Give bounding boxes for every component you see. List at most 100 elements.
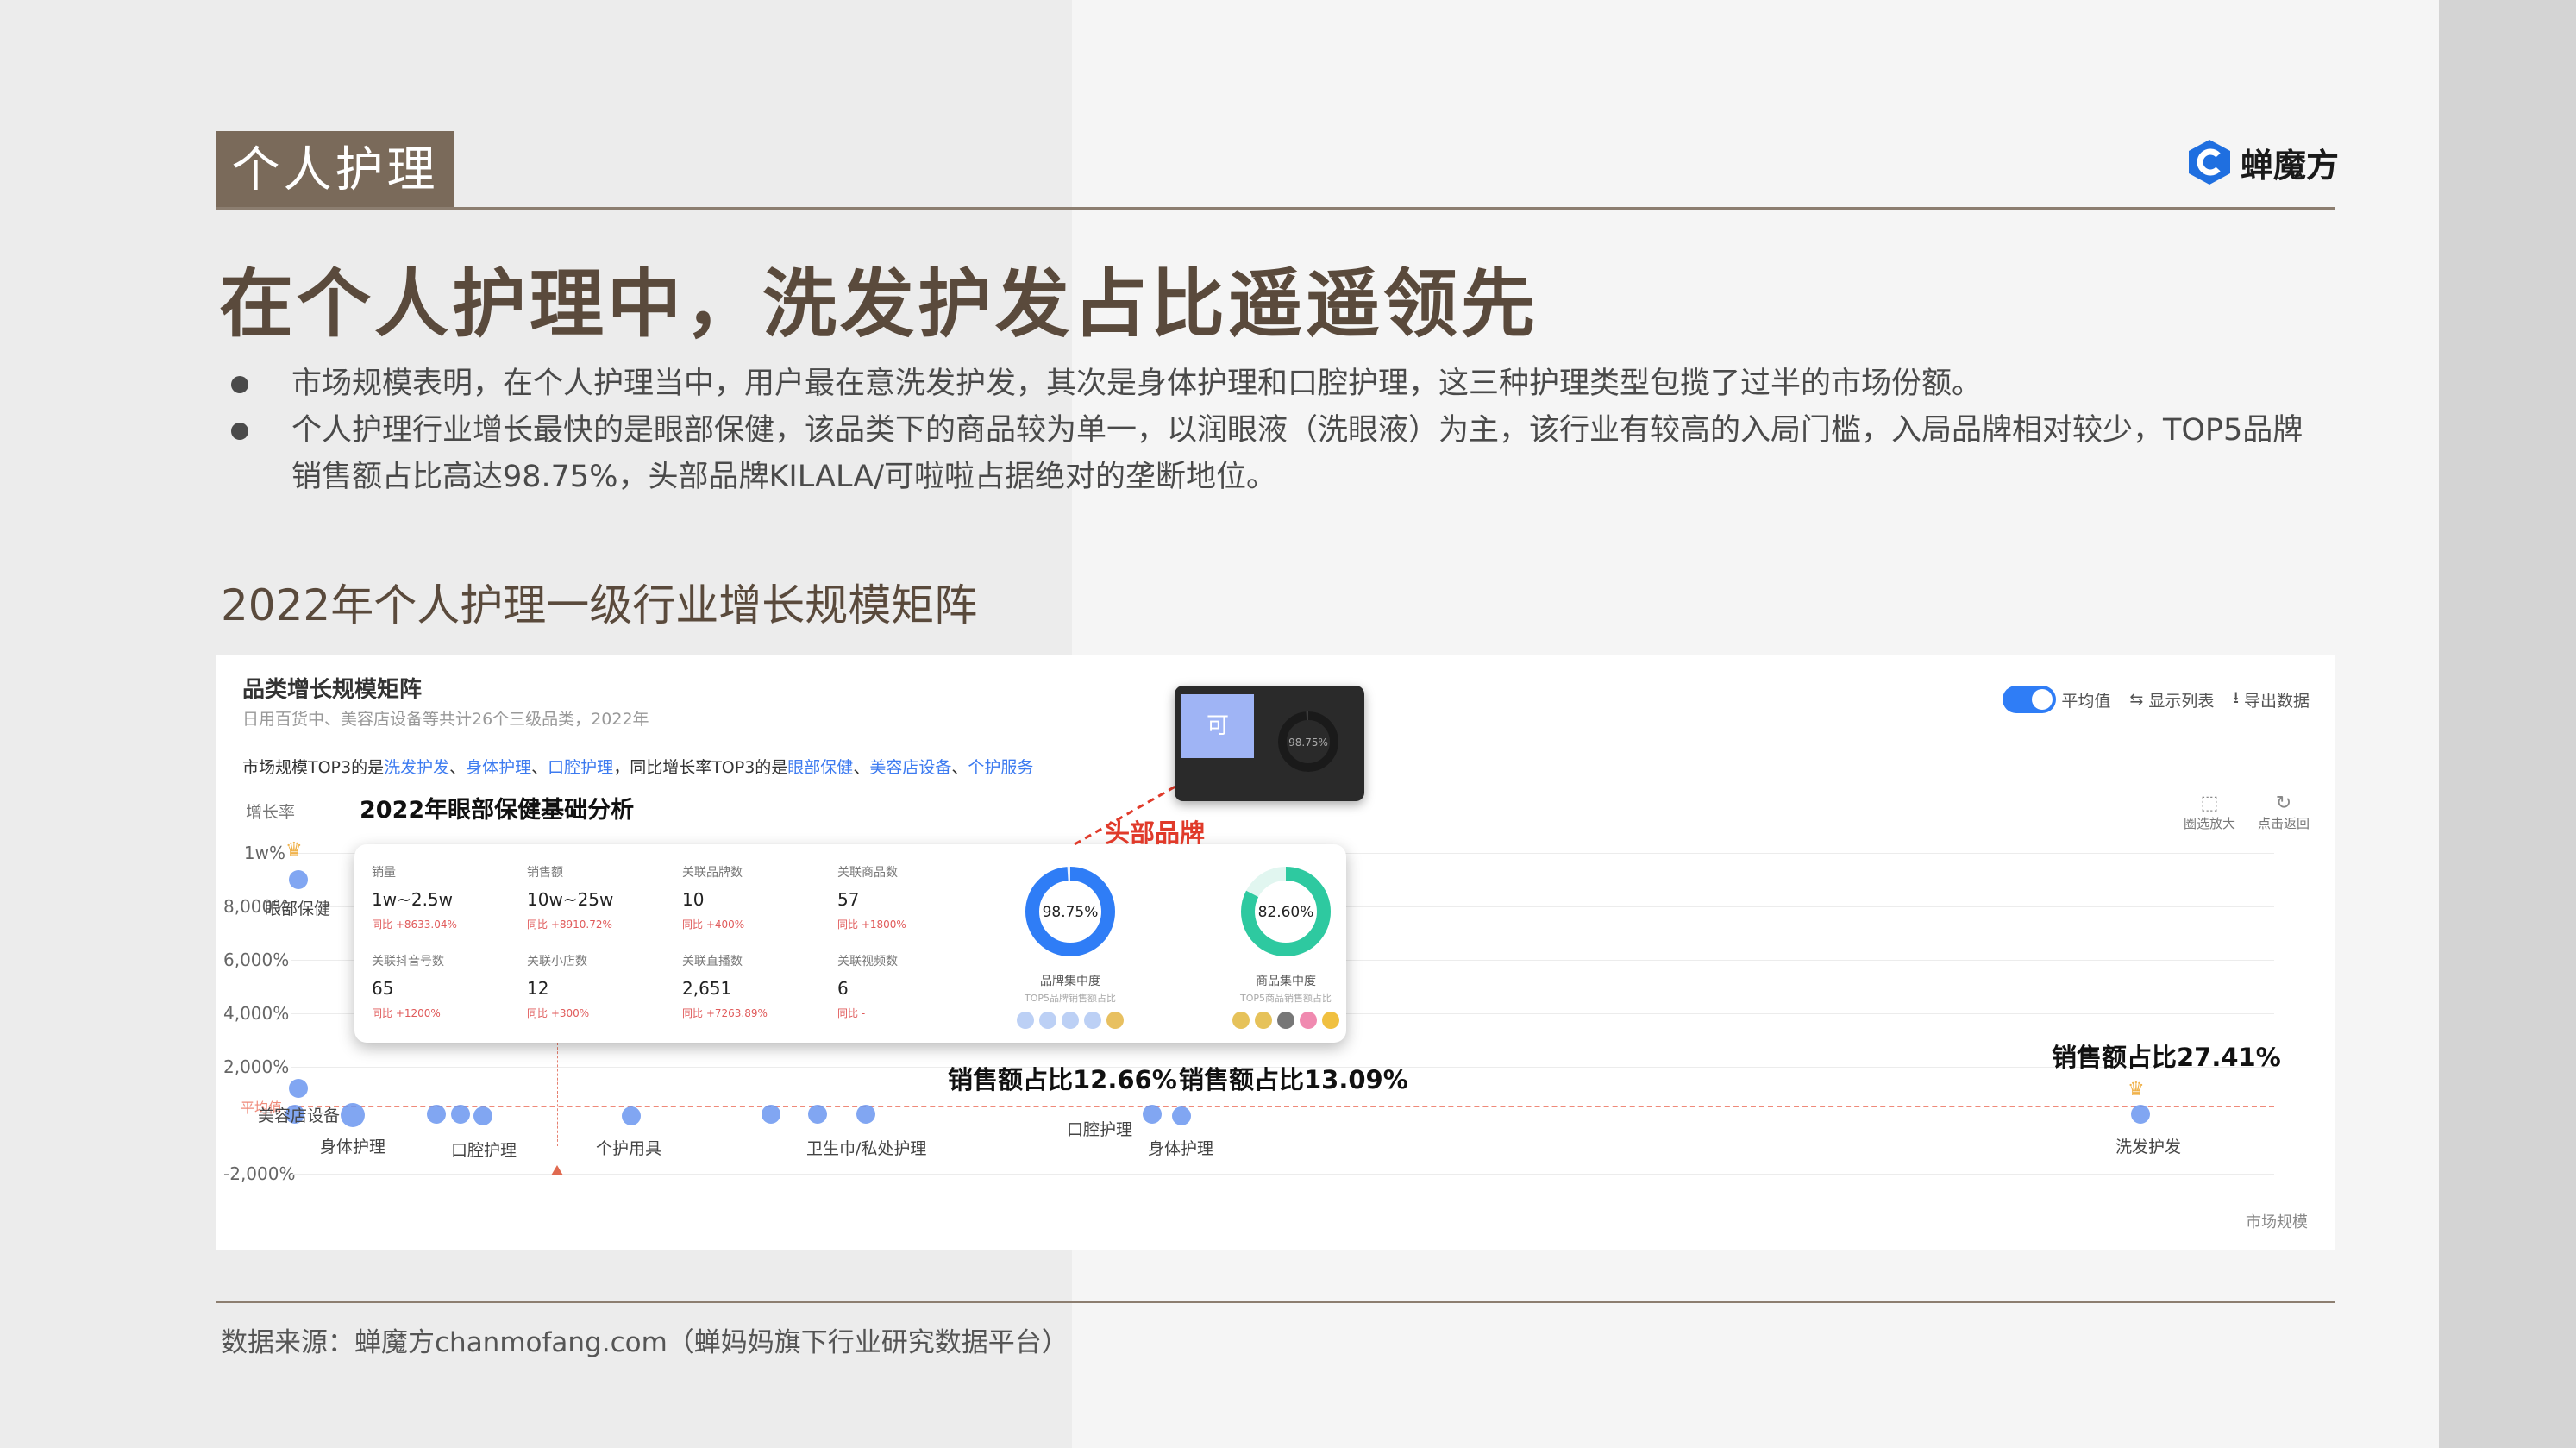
show-list-label: 显示列表	[2148, 691, 2215, 711]
metric-item: 关联小店数 12 同比 +300%	[527, 952, 682, 1020]
brand-logo-icon	[1084, 1012, 1101, 1029]
popup-donut-icon: 98.75%	[1278, 711, 1338, 772]
scatter-point[interactable]	[427, 1105, 446, 1124]
y-tick: 6,000%	[223, 950, 290, 970]
metric-change: 同比 +400%	[682, 918, 745, 931]
donut-caption: 商品集中度	[1256, 975, 1316, 988]
popup-pct: 98.75%	[1288, 737, 1328, 749]
scatter-point[interactable]	[762, 1105, 780, 1124]
crown-icon: ♛	[2128, 1079, 2145, 1100]
scatter-point[interactable]	[289, 870, 308, 889]
x-axis-label: 市场规模	[2246, 1213, 2308, 1232]
brand-logo-icon	[1039, 1012, 1056, 1029]
panel-summary: 市场规模TOP3的是洗发护发、身体护理、口腔护理，同比增长率TOP3的是眼部保健…	[242, 758, 1034, 777]
toggle-switch[interactable]	[2003, 686, 2057, 713]
page-title: 在个人护理中，洗发护发占比遥遥领先	[219, 261, 1539, 348]
metric-value: 10	[682, 889, 705, 910]
bullet-dot-icon	[231, 423, 248, 440]
scatter-point[interactable]	[341, 1103, 365, 1127]
top-divider	[216, 207, 2335, 210]
summary-middle: ，同比增长率TOP3的是	[613, 758, 788, 777]
scatter-point[interactable]	[808, 1105, 827, 1124]
logo-text: 蝉魔方	[2241, 146, 2340, 185]
avg-toggle-control[interactable]: 平均值	[2003, 686, 2110, 713]
metric-item: 关联品牌数 10 同比 +400%	[682, 863, 837, 931]
scatter-point[interactable]	[473, 1106, 492, 1125]
point-label: 身体护理	[320, 1138, 386, 1157]
bullet-text: 个人护理行业增长最快的是眼部保健，该品类下的商品较为单一，以润眼液（洗眼液）为主…	[291, 413, 2303, 494]
export-button[interactable]: ⭳ 导出数据	[2233, 686, 2310, 713]
metric-label: 关联抖音号数	[372, 955, 444, 968]
bottom-divider	[216, 1301, 2335, 1303]
section-tag: 个人护理	[216, 131, 454, 210]
product-thumb-icon	[1255, 1012, 1272, 1029]
donut-caption: 品牌集中度	[1040, 975, 1100, 988]
metric-change: 同比 +7263.89%	[682, 1007, 768, 1019]
summary-link[interactable]: 洗发护发	[384, 758, 449, 777]
zoom-select-icon: ⬚	[2200, 793, 2219, 814]
zoom-select-button[interactable]: ⬚ 圈选放大	[2184, 793, 2235, 832]
metric-value: 65	[372, 978, 394, 999]
point-label: 美容店设备	[258, 1106, 341, 1125]
summary-link[interactable]: 眼部保健	[787, 758, 853, 777]
analysis-card: 销量 1w~2.5w 同比 +8633.04% 销售额 10w~25w 同比 +8910…	[354, 844, 1346, 1043]
scatter-point[interactable]	[2131, 1105, 2150, 1124]
panel-subtitle: 日用百货中、美容店设备等共计26个三级品类，2022年	[242, 710, 649, 729]
scatter-point[interactable]	[451, 1105, 470, 1124]
metric-value: 10w~25w	[527, 889, 614, 910]
scatter-point[interactable]	[289, 1079, 308, 1098]
section-subheading: 2022年个人护理一级行业增长规模矩阵	[221, 580, 978, 630]
product-thumb-icon	[1300, 1012, 1317, 1029]
product-thumb-row	[1208, 1012, 1363, 1029]
grid-line	[291, 1174, 2274, 1175]
panel-title: 品类增长规模矩阵	[242, 677, 423, 703]
point-label: 个护用具	[596, 1139, 662, 1158]
summary-link[interactable]: 口腔护理	[548, 758, 613, 777]
panel-controls: 平均值 ⇆ 显示列表 ⭳ 导出数据	[2003, 686, 2310, 713]
export-label: 导出数据	[2243, 691, 2310, 711]
metric-label: 关联商品数	[837, 866, 898, 880]
metric-label: 关联品牌数	[682, 866, 743, 880]
metric-value: 6	[837, 978, 849, 999]
brand-thumbnail: 可	[1181, 694, 1254, 758]
metric-change: 同比 -	[837, 1007, 866, 1019]
scatter-point[interactable]	[622, 1106, 641, 1125]
product-concentration: 82.60% 商品集中度 TOP5商品销售额占比	[1208, 860, 1363, 1029]
summary-link[interactable]: 个护服务	[968, 758, 1033, 777]
brand-logo-icon	[1062, 1012, 1079, 1029]
scatter-point[interactable]	[1172, 1106, 1191, 1125]
zoom-select-label: 圈选放大	[2183, 816, 2235, 831]
axis-arrow-icon	[551, 1165, 563, 1175]
crown-icon: ♛	[285, 839, 303, 861]
brand-logo: 蝉魔方	[2185, 135, 2339, 190]
y-tick: 2,000%	[223, 1056, 290, 1077]
brand-logo-row	[993, 1012, 1148, 1029]
reset-button[interactable]: ↻ 点击返回	[2258, 793, 2310, 832]
share-annotation: 销售额占比12.66%	[948, 1065, 1177, 1094]
metric-item: 关联抖音号数 65 同比 +1200%	[372, 952, 527, 1020]
metric-item: 关联商品数 57 同比 +1800%	[837, 863, 993, 931]
product-donut-chart: 82.60%	[1241, 867, 1331, 956]
donut-value: 98.75%	[1043, 904, 1099, 921]
y-tick: -2,000%	[223, 1163, 296, 1184]
point-label: 卫生巾/私处护理	[806, 1139, 927, 1158]
reset-label: 点击返回	[2257, 816, 2310, 831]
summary-prefix: 市场规模TOP3的是	[242, 758, 385, 777]
chart-tools: ⬚ 圈选放大 ↻ 点击返回	[2184, 793, 2310, 832]
scatter-point[interactable]	[856, 1105, 875, 1124]
summary-link[interactable]: 美容店设备	[869, 758, 951, 777]
metric-label: 关联视频数	[837, 955, 898, 968]
point-label: 身体护理	[1148, 1139, 1214, 1158]
avg-toggle-label: 平均值	[2061, 691, 2111, 711]
show-list-button[interactable]: ⇆ 显示列表	[2129, 688, 2214, 711]
metric-label: 关联小店数	[527, 955, 587, 968]
metric-value: 57	[837, 889, 860, 910]
average-vertical-line	[557, 1043, 558, 1146]
y-tick: 4,000%	[223, 1003, 290, 1024]
summary-link[interactable]: 身体护理	[466, 758, 531, 777]
reset-icon: ↻	[2275, 793, 2292, 814]
brand-donut-chart: 98.75%	[1025, 867, 1115, 956]
scatter-point[interactable]	[1143, 1105, 1162, 1124]
metric-change: 同比 +1800%	[837, 918, 906, 931]
data-source: 数据来源：蝉魔方chanmofang.com（蝉妈妈旗下行业研究数据平台）	[221, 1327, 1069, 1358]
